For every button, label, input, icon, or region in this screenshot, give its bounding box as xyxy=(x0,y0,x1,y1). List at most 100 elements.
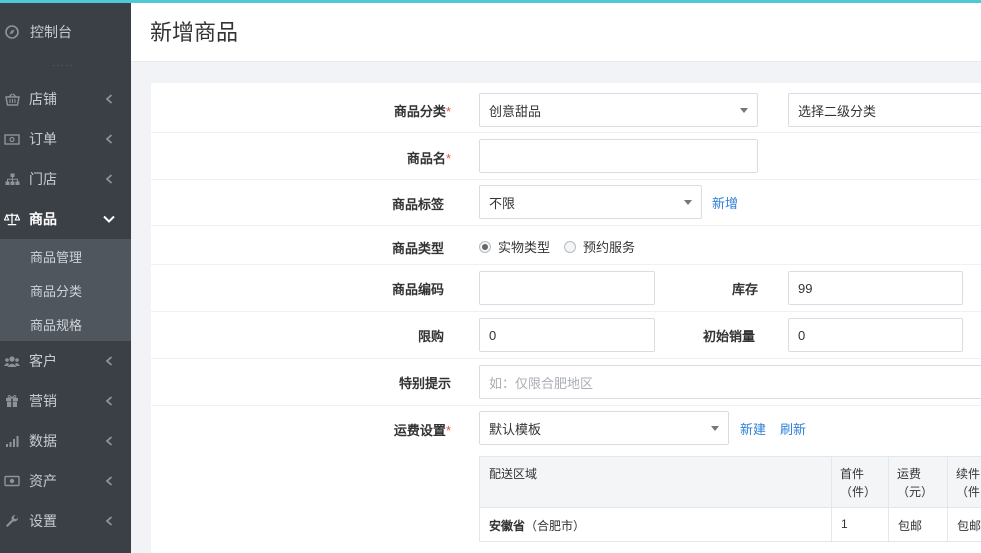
cell-region: 安徽省（合肥市） xyxy=(489,519,586,533)
sidebar-item-data[interactable]: 数据 xyxy=(0,421,131,461)
name-label: 商品名* xyxy=(406,151,451,166)
chevron-left-icon xyxy=(101,353,117,369)
form-row-shipping: 运费设置* 默认模板 新建 刷新 xyxy=(151,406,981,452)
form-row-name: 商品名* xyxy=(151,133,981,180)
cell-first-item: 1 xyxy=(831,508,888,541)
basket-icon xyxy=(4,91,20,107)
form-row-tip: 特别提示 如：仅限合肥地区 xyxy=(151,359,981,406)
sidebar-item-label: 商品 xyxy=(29,211,57,227)
radio-physical[interactable]: 实物类型 xyxy=(479,237,550,256)
sidebar-item-label: 控制台 xyxy=(30,23,72,40)
shipping-label: 运费设置* xyxy=(393,423,451,438)
initial-sales-label: 初始销量 xyxy=(702,329,755,344)
new-template-link[interactable]: 新建 xyxy=(740,419,766,438)
caret-down-icon xyxy=(740,108,748,113)
bar-chart-icon xyxy=(4,433,20,449)
stock-input[interactable]: 99 xyxy=(788,271,963,305)
chevron-left-icon xyxy=(101,473,117,489)
product-name-input[interactable] xyxy=(479,139,758,173)
special-tip-input[interactable]: 如：仅限合肥地区 xyxy=(479,365,981,399)
main-content: 新增商品 商品分类* 创意甜品 选择二级分类 商品名* 商品标签 不限 新增 商… xyxy=(131,0,981,553)
sidebar-item-assets[interactable]: 资产 xyxy=(0,461,131,501)
sidebar-item-label: 营销 xyxy=(29,393,57,409)
form-row-category: 商品分类* 创意甜品 选择二级分类 xyxy=(151,83,981,133)
caret-down-icon xyxy=(711,426,719,431)
caret-down-icon xyxy=(684,200,692,205)
sidebar-item-label: 客户 xyxy=(29,353,57,369)
chevron-left-icon xyxy=(101,171,117,187)
compass-icon xyxy=(4,24,20,40)
sidebar-item-label: 数据 xyxy=(29,433,57,449)
tag-label: 商品标签 xyxy=(391,197,444,212)
sidebar: 控制台 ····· 店铺 订单 门店 商品 商品管理 商品分类 商品规格 客户 … xyxy=(0,0,131,553)
tip-label: 特别提示 xyxy=(398,376,451,391)
sidebar-item-settings[interactable]: 设置 xyxy=(0,501,131,541)
product-code-input[interactable] xyxy=(479,271,655,305)
sidebar-subnav: 商品管理 商品分类 商品规格 xyxy=(0,239,131,341)
cell-fee: 包邮 xyxy=(888,508,947,541)
sidebar-subitem-product-management[interactable]: 商品管理 xyxy=(0,239,131,273)
sidebar-item-shop[interactable]: 店铺 xyxy=(0,79,131,119)
col-fee: 运费 （元） xyxy=(888,457,947,507)
radio-reservation[interactable]: 预约服务 xyxy=(564,237,635,256)
sidebar-item-customers[interactable]: 客户 xyxy=(0,341,131,381)
subcategory-select[interactable]: 选择二级分类 xyxy=(788,93,981,127)
shipping-template-select[interactable]: 默认模板 xyxy=(479,411,729,445)
radio-dot xyxy=(479,240,491,253)
form-row-tag: 商品标签 不限 新增 xyxy=(151,180,981,226)
col-extra-item: 续件 （件 xyxy=(947,457,981,507)
sidebar-item-orders[interactable]: 订单 xyxy=(0,119,131,159)
category-select-value: 创意甜品 xyxy=(489,103,542,119)
sidebar-subitem-product-spec[interactable]: 商品规格 xyxy=(0,307,131,341)
sidebar-item-label: 店铺 xyxy=(29,91,57,107)
page-header: 新增商品 xyxy=(131,0,981,62)
product-form: 商品分类* 创意甜品 选择二级分类 商品名* 商品标签 不限 新增 商品类型 实… xyxy=(151,83,981,553)
radio-label: 预约服务 xyxy=(583,240,636,255)
wrench-icon xyxy=(4,513,20,529)
users-icon xyxy=(4,353,20,369)
sidebar-item-label: 资产 xyxy=(29,473,57,489)
page-title: 新增商品 xyxy=(150,19,239,45)
category-select[interactable]: 创意甜品 xyxy=(479,93,758,127)
sidebar-item-products[interactable]: 商品 xyxy=(0,199,131,239)
col-first-item: 首件 （件） xyxy=(831,457,888,507)
stock-label: 库存 xyxy=(731,282,758,297)
money-icon xyxy=(4,131,20,147)
add-tag-link[interactable]: 新增 xyxy=(712,193,738,212)
shipping-select-value: 默认模板 xyxy=(489,421,542,437)
code-label: 商品编码 xyxy=(391,282,444,297)
sidebar-item-label: 订单 xyxy=(29,131,57,147)
form-row-type: 商品类型 实物类型 预约服务 xyxy=(151,226,981,265)
chevron-left-icon xyxy=(101,513,117,529)
radio-label: 实物类型 xyxy=(498,240,551,255)
subcategory-select-value: 选择二级分类 xyxy=(798,103,877,119)
type-label: 商品类型 xyxy=(391,241,444,256)
freight-table: 配送区域 首件 （件） 运费 （元） 续件 （件 安徽省（合肥市） 1 包邮 包… xyxy=(479,456,981,542)
limit-label: 限购 xyxy=(417,329,444,344)
chevron-left-icon xyxy=(101,433,117,449)
chevron-left-icon xyxy=(101,131,117,147)
sidebar-item-label: 设置 xyxy=(29,513,57,529)
divider-dots: ····· xyxy=(52,60,74,71)
gift-icon xyxy=(4,393,20,409)
col-region: 配送区域 xyxy=(489,467,538,481)
sidebar-item-marketing[interactable]: 营销 xyxy=(0,381,131,421)
tag-select-value: 不限 xyxy=(489,195,516,211)
sidebar-item-dashboard[interactable]: 控制台 ····· xyxy=(0,0,131,71)
sidebar-subitem-product-category[interactable]: 商品分类 xyxy=(0,273,131,307)
cash-icon xyxy=(4,473,20,489)
tag-select[interactable]: 不限 xyxy=(479,185,702,219)
table-row: 安徽省（合肥市） 1 包邮 包邮 xyxy=(480,508,981,541)
chevron-down-icon xyxy=(101,211,117,227)
purchase-limit-input[interactable]: 0 xyxy=(479,318,655,352)
form-row-code-stock: 商品编码 库存 99 xyxy=(151,265,981,312)
sidebar-item-stores[interactable]: 门店 xyxy=(0,159,131,199)
initial-sales-input[interactable]: 0 xyxy=(788,318,963,352)
refresh-link[interactable]: 刷新 xyxy=(780,419,806,438)
chevron-left-icon xyxy=(101,393,117,409)
balance-scale-icon xyxy=(4,211,20,227)
freight-table-header: 配送区域 首件 （件） 运费 （元） 续件 （件 xyxy=(480,457,981,508)
sidebar-item-label: 门店 xyxy=(29,171,57,187)
top-accent-bar xyxy=(0,0,981,3)
sitemap-icon xyxy=(4,171,20,187)
